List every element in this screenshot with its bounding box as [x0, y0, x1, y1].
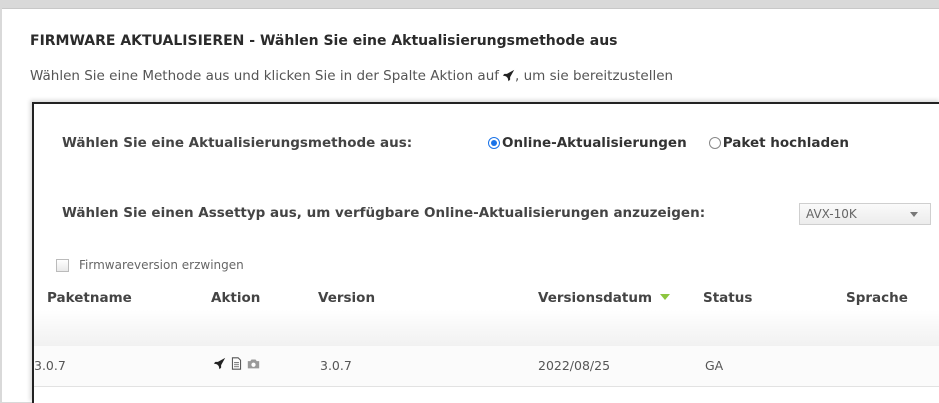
radio-upload-package[interactable]: Paket hochladen [708, 135, 849, 151]
force-version-label: Firmwareversion erzwingen [79, 258, 244, 272]
page-title: FIRMWARE AKTUALISIEREN - Wählen Sie eine… [30, 33, 618, 49]
rocket-icon [502, 69, 515, 82]
asset-type-label: Wählen Sie einen Assettyp aus, um verfüg… [62, 205, 706, 221]
table-row [34, 346, 939, 387]
cell-status: GA [705, 358, 724, 373]
table-header-background [34, 310, 939, 346]
chevron-down-icon [910, 212, 918, 217]
column-header-package[interactable]: Paketname [47, 290, 132, 306]
column-header-status[interactable]: Status [703, 290, 752, 306]
column-header-action[interactable]: Aktion [211, 290, 260, 306]
radio-upload-package-label: Paket hochladen [722, 135, 849, 151]
radio-upload-package-button[interactable] [708, 137, 721, 149]
method-radio-group: Online-Aktualisierungen Paket hochladen [488, 135, 849, 151]
column-header-version-date[interactable]: Versionsdatum [538, 290, 671, 306]
radio-online-updates-button[interactable] [488, 137, 500, 149]
cell-version-date: 2022/08/25 [538, 358, 611, 373]
page-subtitle: Wählen Sie eine Methode aus und klicken … [30, 68, 673, 84]
column-header-version-date-label: Versionsdatum [538, 290, 653, 306]
column-header-language[interactable]: Sprache [846, 290, 908, 306]
force-version-row: Firmwareversion erzwingen [56, 258, 244, 272]
camera-icon[interactable] [247, 357, 260, 370]
radio-online-updates[interactable]: Online-Aktualisierungen [488, 135, 687, 151]
asset-type-select[interactable]: AVX-10K [799, 203, 931, 225]
cell-actions [213, 357, 260, 370]
asset-type-value: AVX-10K [806, 207, 857, 221]
cell-version: 3.0.7 [320, 358, 352, 373]
cell-package: 3.0.7 [34, 358, 66, 373]
column-header-version[interactable]: Version [318, 290, 375, 306]
method-label: Wählen Sie eine Aktualisierungsmethode a… [62, 135, 413, 151]
rocket-icon[interactable] [213, 357, 226, 370]
subtitle-text-before: Wählen Sie eine Methode aus und klicken … [30, 68, 499, 84]
sort-descending-icon[interactable] [660, 294, 671, 300]
subtitle-text-after: , um sie bereitzustellen [515, 68, 674, 84]
document-icon[interactable] [230, 357, 243, 370]
force-version-checkbox[interactable] [56, 258, 69, 272]
radio-online-updates-label: Online-Aktualisierungen [502, 135, 687, 151]
